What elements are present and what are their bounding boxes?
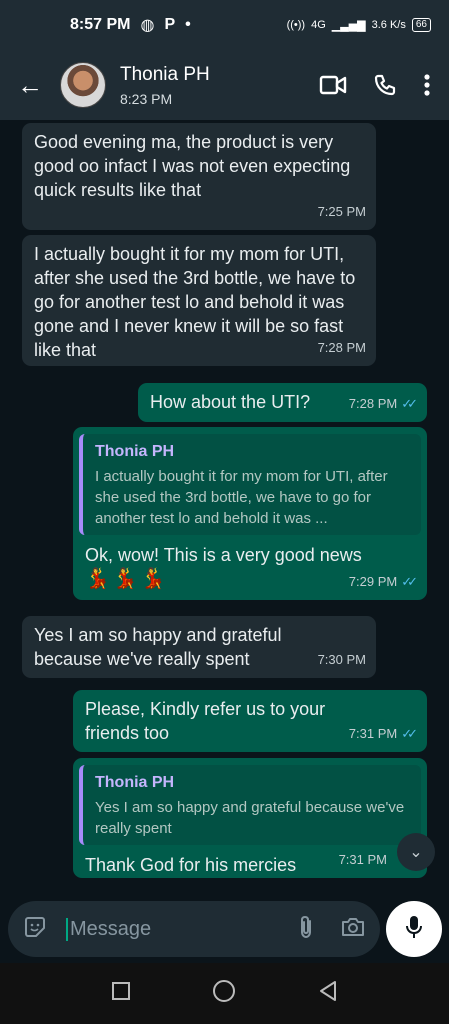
quoted-text: Yes I am so happy and grateful because w… — [95, 799, 405, 837]
more-options-icon[interactable] — [423, 73, 431, 97]
message-bubble[interactable]: Thonia PH Yes I am so happy and grateful… — [73, 758, 427, 878]
video-call-icon[interactable] — [319, 74, 347, 96]
message-bubble[interactable]: How about the UTI? 7:28 PM ✓✓ — [138, 383, 427, 422]
network-speed: 3.6 K/s — [371, 19, 406, 31]
wifi-calling-icon: ((•)) — [286, 19, 306, 31]
read-ticks-icon: ✓✓ — [401, 726, 418, 741]
message-time: 7:28 PM — [348, 396, 398, 411]
contact-name: Thonia PH — [120, 63, 210, 85]
composer: Message — [0, 895, 449, 963]
message-input-pill[interactable]: Message — [8, 901, 380, 957]
message-text: Yes I am so happy and grateful because w… — [34, 625, 282, 669]
signal-icon: ▁▃▅▇ — [331, 19, 366, 32]
sticker-icon[interactable] — [22, 914, 48, 945]
battery-icon: 66 — [411, 18, 431, 32]
system-nav-bar — [0, 963, 449, 1024]
message-bubble[interactable]: Yes I am so happy and grateful because w… — [22, 616, 376, 678]
back-arrow-icon[interactable]: ← — [0, 70, 60, 101]
avatar[interactable] — [60, 62, 106, 108]
p-icon: P — [164, 16, 176, 33]
message-time: 7:31 PM — [338, 852, 387, 867]
status-time: 8:57 PM — [70, 16, 131, 33]
message-bubble[interactable]: Good evening ma, the product is very goo… — [22, 123, 376, 230]
scroll-down-button[interactable]: ⌄ — [397, 833, 435, 871]
back-triangle-icon[interactable] — [317, 979, 339, 1008]
message-text: Good evening ma, the product is very goo… — [34, 132, 351, 200]
read-ticks-icon: ✓✓ — [401, 574, 418, 589]
microphone-button[interactable] — [386, 901, 442, 957]
attach-icon[interactable] — [298, 914, 314, 945]
message-time: 7:30 PM — [317, 652, 366, 667]
contact-subtitle: 8:23 PM — [120, 90, 173, 107]
read-ticks-icon: ✓✓ — [401, 396, 418, 411]
phone-call-icon[interactable] — [373, 73, 397, 97]
double-chevron-down-icon: ⌄ — [409, 844, 423, 861]
network-type: 4G — [311, 19, 326, 31]
quoted-text: I actually bought it for my mom for UTI,… — [95, 468, 388, 527]
quoted-author: Thonia PH — [95, 774, 175, 791]
message-bubble[interactable]: Thonia PH I actually bought it for my mo… — [73, 427, 427, 600]
hotspot-icon: ◍ — [140, 17, 155, 34]
quoted-message[interactable]: Thonia PH Yes I am so happy and grateful… — [79, 765, 421, 845]
message-time: 7:28 PM — [317, 340, 366, 355]
message-bubble[interactable]: I actually bought it for my mom for UTI,… — [22, 235, 376, 366]
chat-header: ← Thonia PH 8:23 PM — [0, 50, 449, 120]
quoted-author: Thonia PH — [95, 443, 175, 460]
message-text: I actually bought it for my mom for UTI,… — [34, 244, 356, 360]
status-bar: 8:57 PM ◍ P • ((•)) 4G ▁▃▅▇ 3.6 K/s 66 — [0, 0, 449, 50]
microphone-icon — [404, 914, 424, 945]
message-time: 7:29 PM — [348, 574, 398, 589]
message-text: Please, Kindly refer us to your friends … — [85, 699, 326, 743]
dot-icon: • — [185, 16, 191, 33]
message-bubble[interactable]: Please, Kindly refer us to your friends … — [73, 690, 427, 752]
chat-area[interactable]: Good evening ma, the product is very goo… — [0, 120, 449, 895]
camera-icon[interactable] — [340, 916, 366, 943]
message-input[interactable]: Message — [66, 917, 298, 941]
quoted-message[interactable]: Thonia PH I actually bought it for my mo… — [79, 434, 421, 535]
recents-square-icon[interactable] — [110, 980, 132, 1007]
message-text: Ok, wow! This is a very good news — [85, 545, 362, 565]
home-circle-icon[interactable] — [211, 978, 237, 1009]
message-time: 7:31 PM — [348, 726, 398, 741]
contact-info[interactable]: Thonia PH 8:23 PM — [120, 64, 210, 107]
message-time: 7:25 PM — [317, 204, 366, 219]
